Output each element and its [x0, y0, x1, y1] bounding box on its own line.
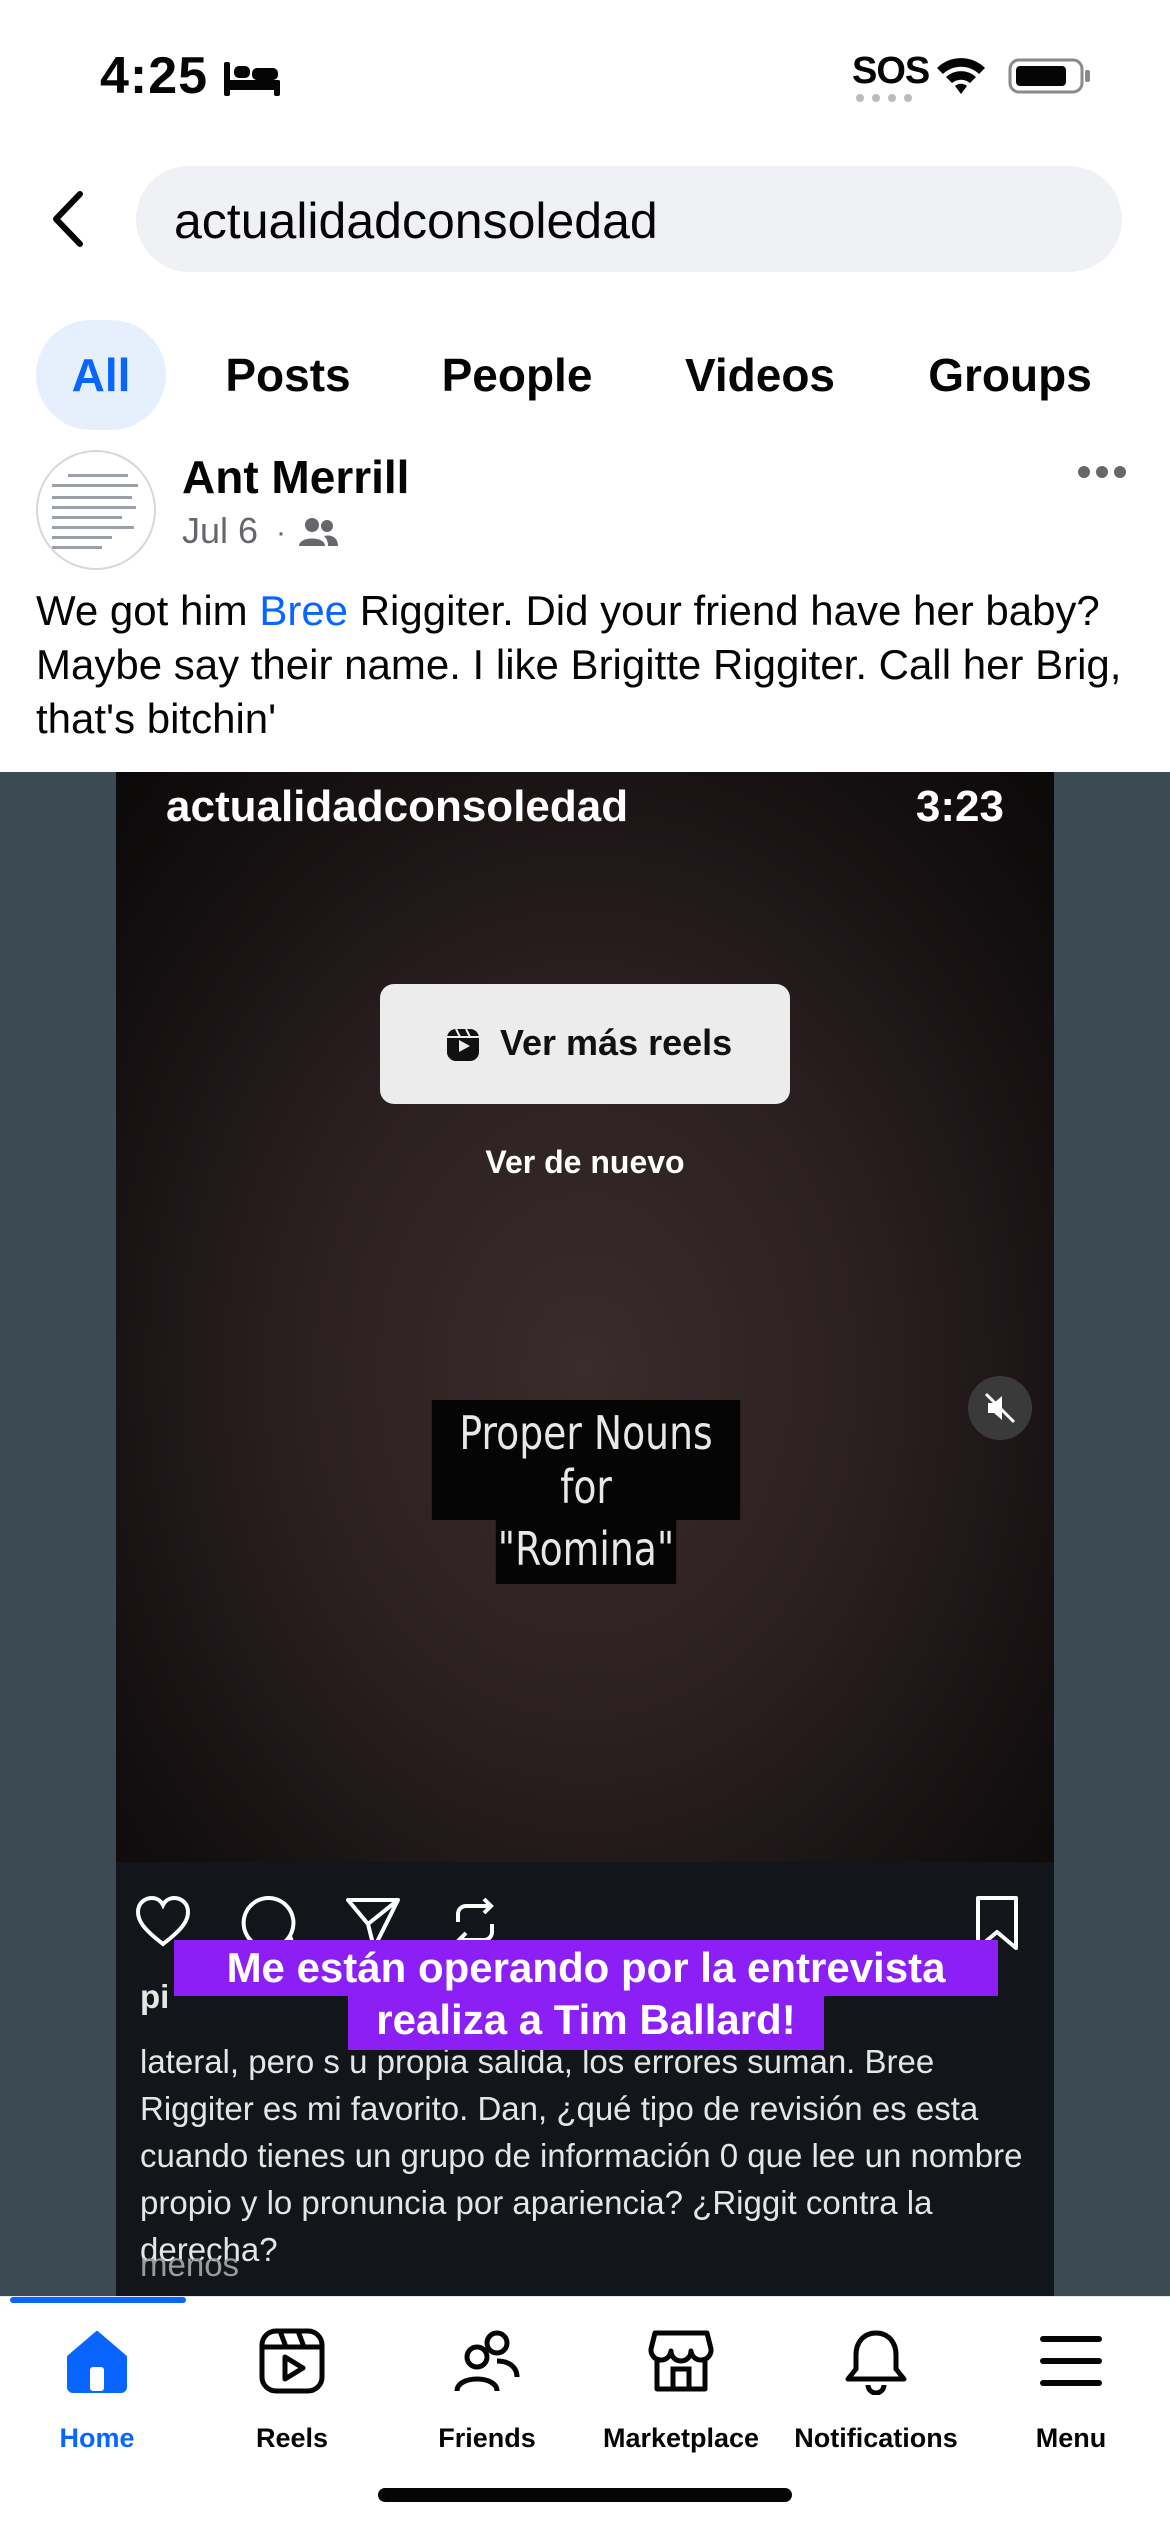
tab-all[interactable]: All	[36, 320, 166, 430]
video-account: actualidadconsoledad	[166, 782, 629, 831]
more-reels-label: Ver más reels	[500, 1022, 733, 1063]
nav-menu[interactable]: Menu	[976, 2327, 1166, 2477]
nav-home[interactable]: Home	[2, 2327, 192, 2477]
nav-notifications-label: Notifications	[794, 2423, 958, 2453]
dot-separator: ·	[276, 516, 286, 549]
nav-home-label: Home	[59, 2423, 135, 2453]
nav-friends[interactable]: Friends	[392, 2327, 582, 2477]
nav-menu-label: Menu	[1035, 2423, 1107, 2453]
banner-line2: realiza a Tim Ballard!	[348, 1996, 824, 2050]
banner-line1: Me están operando por la entrevista	[174, 1940, 998, 1996]
post-author[interactable]: Ant Merrill	[182, 450, 409, 504]
active-tab-indicator	[10, 2297, 186, 2303]
sos-indicator: SOS	[852, 50, 930, 92]
more-reels-button[interactable]: Ver más reels	[380, 984, 790, 1104]
post-mention-link[interactable]: Bree	[259, 587, 348, 634]
overlay-caption-line1: Proper Nouns for	[431, 1400, 741, 1520]
nav-marketplace-label: Marketplace	[602, 2423, 760, 2453]
bed-icon	[224, 62, 280, 96]
search-filter-tabs: All Posts People Videos Groups	[0, 320, 1170, 430]
search-query: actualidadconsoledad	[174, 193, 658, 249]
watch-again-link[interactable]: Ver de nuevo	[116, 1144, 1054, 1181]
post-text: We got him Bree Riggiter. Did your frien…	[36, 584, 1136, 746]
nav-friends-label: Friends	[438, 2423, 536, 2453]
tab-posts[interactable]: Posts	[212, 320, 364, 430]
status-time: 4:25	[100, 47, 209, 105]
friends-icon	[299, 518, 338, 546]
back-arrow-icon[interactable]	[46, 186, 98, 252]
tab-people[interactable]: People	[430, 320, 604, 430]
tab-groups[interactable]: Groups	[920, 320, 1100, 430]
reels-icon	[447, 1028, 479, 1061]
ig-caption: lateral, pero s u propia salida, los err…	[140, 2043, 1023, 2268]
nav-notifications[interactable]: Notifications	[781, 2327, 971, 2477]
home-indicator[interactable]	[378, 2488, 792, 2502]
wifi-icon	[937, 58, 985, 94]
more-options-icon[interactable]	[1076, 462, 1128, 482]
caption-banner: Me están operando por la entrevista real…	[174, 1940, 998, 2050]
nav-marketplace[interactable]: Marketplace	[586, 2327, 776, 2477]
friends-nav-icon	[454, 2330, 520, 2392]
video-overlay-caption: Proper Nouns for "Romina"	[398, 1400, 774, 1584]
post-video[interactable]: actualidadconsoledad 3:23 Ver más reels …	[0, 772, 1170, 2296]
nav-reels-label: Reels	[255, 2423, 329, 2453]
menu-icon	[1040, 2336, 1102, 2386]
home-icon	[67, 2331, 127, 2393]
video-duration: 3:23	[915, 782, 1004, 831]
nav-reels[interactable]: Reels	[197, 2327, 387, 2477]
status-bar: 4:25 SOS	[0, 0, 1170, 150]
mute-icon[interactable]	[968, 1376, 1032, 1440]
bell-icon	[845, 2330, 907, 2395]
post-date[interactable]: Jul 6	[182, 510, 258, 552]
marketplace-icon	[648, 2330, 714, 2392]
reels-nav-icon	[259, 2328, 325, 2394]
video-frame[interactable]: actualidadconsoledad 3:23 Ver más reels …	[116, 772, 1054, 1862]
battery-icon	[1008, 58, 1090, 94]
search-input[interactable]: actualidadconsoledad	[136, 166, 1122, 272]
overlay-caption-line2: "Romina"	[495, 1520, 677, 1584]
tab-videos[interactable]: Videos	[672, 320, 848, 430]
embedded-instagram-panel: pi lateral, pero s u propia salida, los …	[116, 1862, 1054, 2296]
ig-less-link: menos	[140, 2246, 240, 2283]
avatar[interactable]	[36, 450, 156, 570]
post-text-start: We got him	[36, 587, 260, 634]
signal-dots-icon	[856, 94, 912, 102]
ig-caption-start: pi	[140, 1978, 170, 2015]
